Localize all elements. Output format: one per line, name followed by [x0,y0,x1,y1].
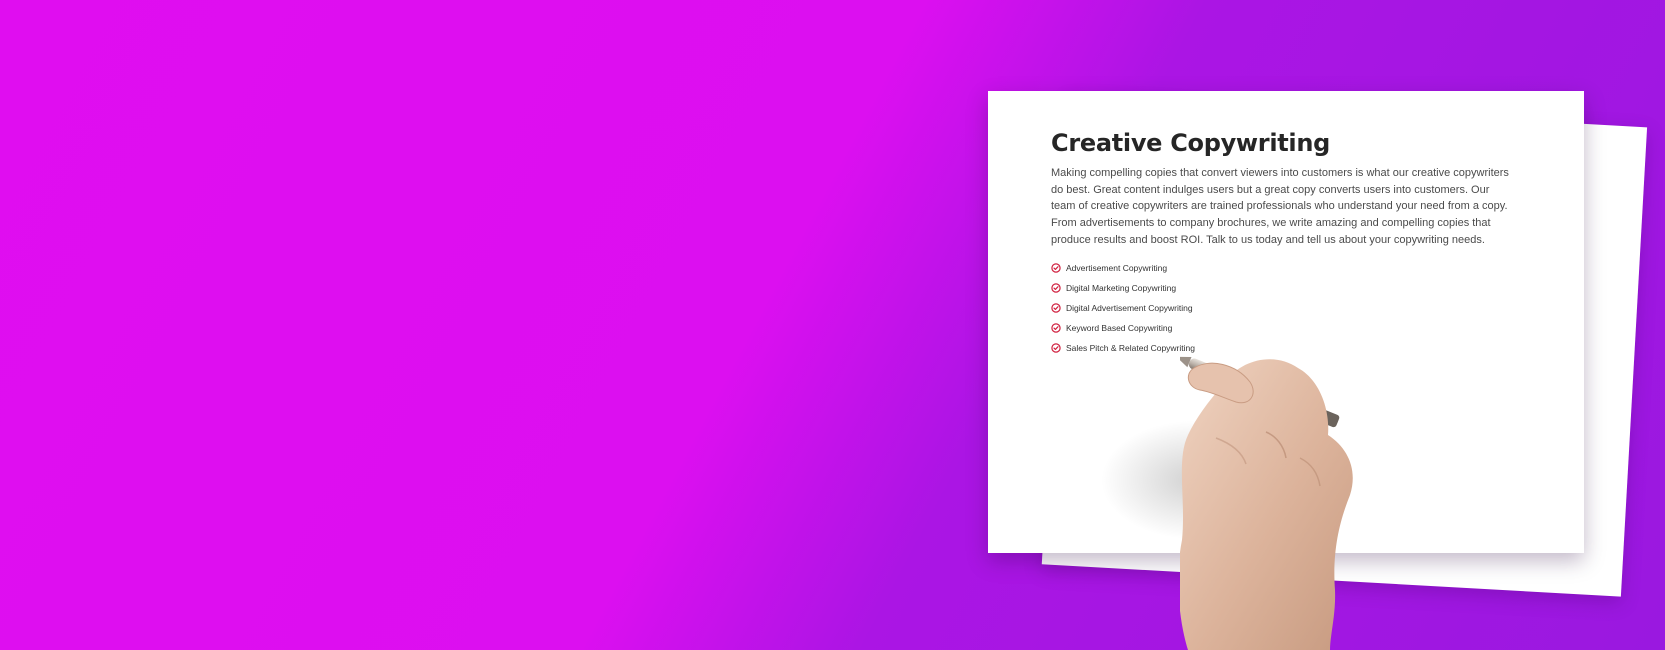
service-item-digital-marketing: Digital Marketing Copywriting [1051,278,1511,298]
service-label: Sales Pitch & Related Copywriting [1066,342,1195,353]
service-item-keyword-based: Keyword Based Copywriting [1051,318,1511,338]
copywriting-card: Creative Copywriting Making compelling c… [1051,129,1511,358]
service-item-digital-advertisement: Digital Advertisement Copywriting [1051,298,1511,318]
service-label: Advertisement Copywriting [1066,262,1168,273]
hero-banner: Creative Copywriting Making compelling c… [0,0,1665,650]
card-title: Creative Copywriting [1051,129,1331,157]
check-circle-icon [1051,262,1061,273]
card-description: Making compelling copies that convert vi… [1051,167,1509,246]
service-item-advertisement: Advertisement Copywriting [1051,258,1511,278]
service-label: Digital Marketing Copywriting [1066,282,1177,293]
check-circle-icon [1051,302,1061,313]
check-circle-icon [1051,322,1061,333]
service-label: Digital Advertisement Copywriting [1066,302,1193,313]
service-label: Keyword Based Copywriting [1066,322,1173,333]
check-circle-icon [1051,342,1061,353]
hand-with-pen-icon [1180,340,1420,650]
check-circle-icon [1051,282,1061,293]
